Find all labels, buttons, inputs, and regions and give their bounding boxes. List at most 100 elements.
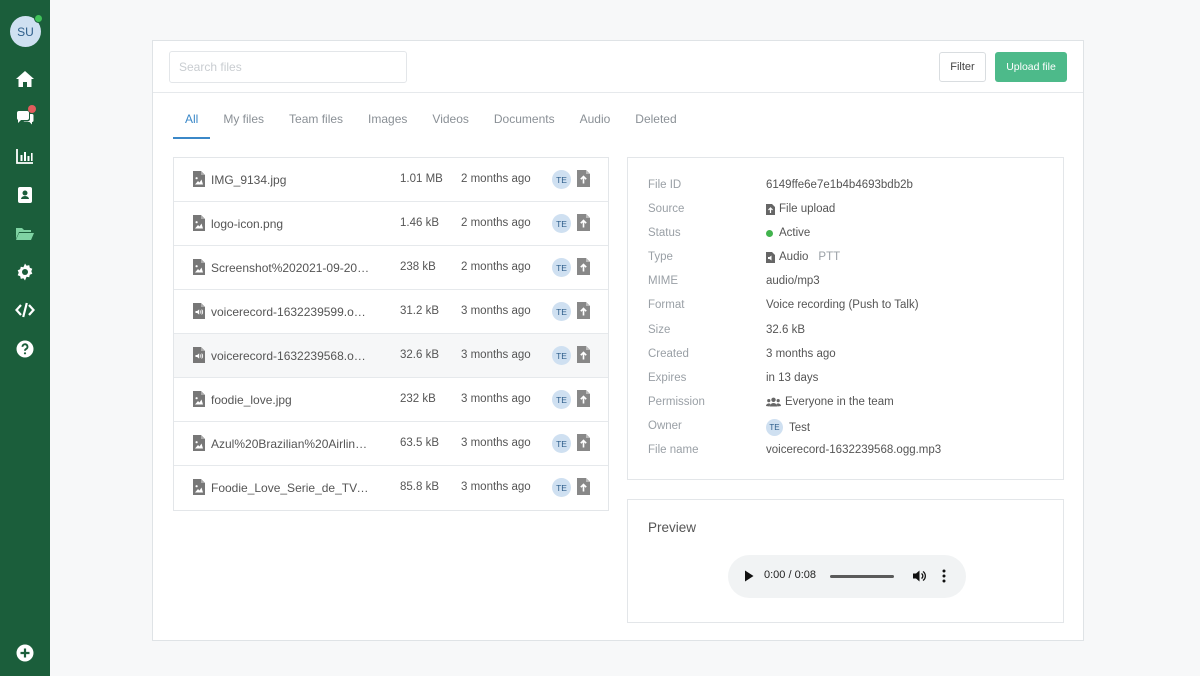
owner-avatar[interactable]: TE: [552, 258, 571, 277]
detail-created: Created 3 months ago: [648, 348, 1048, 366]
detail-permission: Permission Everyone in the team: [648, 396, 1048, 414]
tab-all[interactable]: All: [173, 111, 211, 139]
file-upload-icon[interactable]: [577, 258, 590, 275]
file-row[interactable]: logo-icon.png 1.46 kB 2 months ago TE: [174, 202, 608, 246]
contacts-icon[interactable]: [13, 183, 37, 207]
file-modified: 3 months ago: [461, 349, 531, 361]
file-modified: 2 months ago: [461, 173, 531, 185]
type-text: Audio: [779, 251, 809, 263]
audio-player: 0:00 / 0:08: [728, 555, 966, 598]
owner-avatar[interactable]: TE: [552, 390, 571, 409]
detail-source: Source File upload: [648, 203, 1048, 221]
file-row[interactable]: Screenshot%202021-09-20%… 238 kB 2 months …: [174, 246, 608, 290]
detail-label: Size: [648, 324, 671, 336]
detail-value: 3 months ago: [766, 348, 836, 360]
plus-circle-icon[interactable]: [13, 641, 37, 665]
home-icon[interactable]: [13, 67, 37, 91]
detail-value: TE Test: [766, 419, 810, 436]
detail-file-name: File name voicerecord-1632239568.ogg.mp3: [648, 444, 1048, 462]
file-upload-icon[interactable]: [577, 346, 590, 363]
detail-value: in 13 days: [766, 372, 819, 384]
image-file-icon: [193, 391, 205, 407]
detail-size: Size 32.6 kB: [648, 324, 1048, 342]
file-row[interactable]: IMG_9134.jpg 1.01 MB 2 months ago TE: [174, 158, 608, 202]
detail-label: MIME: [648, 275, 679, 287]
file-modified: 3 months ago: [461, 437, 531, 449]
files-toolbar: Filter Upload file: [153, 41, 1083, 93]
owner-avatar[interactable]: TE: [552, 346, 571, 365]
detail-value: audio/mp3: [766, 275, 820, 287]
avatar-initials: SU: [17, 24, 34, 39]
tab-documents[interactable]: Documents: [482, 111, 567, 139]
file-upload-icon[interactable]: [577, 390, 590, 407]
filter-button[interactable]: Filter: [939, 52, 986, 82]
file-size: 63.5 kB: [400, 437, 439, 449]
detail-value: File upload: [766, 203, 835, 215]
detail-format: Format Voice recording (Push to Talk): [648, 299, 1048, 317]
owner-avatar[interactable]: TE: [552, 170, 571, 189]
tab-audio[interactable]: Audio: [568, 111, 623, 139]
detail-value: Everyone in the team: [766, 396, 894, 408]
detail-label: Status: [648, 227, 681, 239]
tab-images[interactable]: Images: [356, 111, 419, 139]
notification-badge: [28, 105, 36, 113]
detail-label: Expires: [648, 372, 687, 384]
file-row[interactable]: foodie_love.jpg 232 kB 3 months ago TE: [174, 378, 608, 422]
files-card: Filter Upload file All My files Team fil…: [152, 40, 1084, 641]
file-row[interactable]: Azul%20Brazilian%20Airlines.… 63.5 kB 3 mo…: [174, 422, 608, 466]
file-size: 85.8 kB: [400, 481, 439, 493]
detail-mime: MIME audio/mp3: [648, 275, 1048, 293]
file-size: 1.01 MB: [400, 173, 443, 185]
upload-file-button[interactable]: Upload file: [995, 52, 1067, 82]
detail-type: Type Audio PTT: [648, 251, 1048, 269]
detail-label: Permission: [648, 396, 705, 408]
image-file-icon: [193, 171, 205, 187]
owner-avatar[interactable]: TE: [552, 478, 571, 497]
file-name: voicerecord-1632239568.ogg.…: [211, 349, 371, 363]
seek-bar[interactable]: [830, 575, 894, 578]
online-status-dot: [34, 14, 43, 23]
file-size: 32.6 kB: [400, 349, 439, 361]
volume-icon[interactable]: [912, 569, 926, 583]
settings-icon[interactable]: [13, 260, 37, 284]
play-icon[interactable]: [744, 570, 754, 582]
file-name: Foodie_Love_Serie_de_TV-24…: [211, 481, 371, 495]
detail-label: Owner: [648, 420, 682, 432]
tab-my-files[interactable]: My files: [211, 111, 276, 139]
tab-team-files[interactable]: Team files: [277, 111, 355, 139]
image-file-icon: [193, 259, 205, 275]
chat-icon[interactable]: [13, 105, 37, 129]
sidebar: SU: [0, 0, 50, 676]
owner-avatar[interactable]: TE: [552, 434, 571, 453]
tab-videos[interactable]: Videos: [420, 111, 480, 139]
file-row[interactable]: Foodie_Love_Serie_de_TV-24… 85.8 kB 3 mont…: [174, 466, 608, 510]
file-row[interactable]: voicerecord-1632239599.ogg.… 31.2 kB 3 mon…: [174, 290, 608, 334]
audio-file-icon: [193, 347, 205, 363]
detail-value: 32.6 kB: [766, 324, 805, 336]
more-options-icon[interactable]: [942, 569, 946, 583]
user-avatar[interactable]: SU: [10, 14, 43, 47]
preview-panel: Preview 0:00 / 0:08: [627, 499, 1064, 623]
help-icon[interactable]: [13, 337, 37, 361]
file-row[interactable]: voicerecord-1632239568.ogg.… 32.6 kB 3 mon…: [174, 334, 608, 378]
file-modified: 3 months ago: [461, 481, 531, 493]
code-icon[interactable]: [13, 298, 37, 322]
file-upload-icon[interactable]: [577, 302, 590, 319]
owner-avatar[interactable]: TE: [552, 214, 571, 233]
file-modified: 3 months ago: [461, 305, 531, 317]
file-size: 232 kB: [400, 393, 436, 405]
file-upload-icon[interactable]: [577, 434, 590, 451]
owner-avatar[interactable]: TE: [552, 302, 571, 321]
detail-owner: Owner TE Test: [648, 419, 1048, 438]
file-upload-icon[interactable]: [577, 214, 590, 231]
analytics-icon[interactable]: [13, 144, 37, 168]
file-upload-icon[interactable]: [577, 478, 590, 495]
owner-name: Test: [789, 421, 811, 434]
detail-value: 6149ffe6e7e1b4b4693bdb2b: [766, 179, 913, 191]
file-upload-icon[interactable]: [577, 170, 590, 187]
tab-deleted[interactable]: Deleted: [623, 111, 688, 139]
file-name: logo-icon.png: [211, 217, 284, 231]
folder-open-icon[interactable]: [13, 221, 37, 245]
search-input[interactable]: [169, 51, 407, 83]
detail-value: Voice recording (Push to Talk): [766, 299, 919, 311]
